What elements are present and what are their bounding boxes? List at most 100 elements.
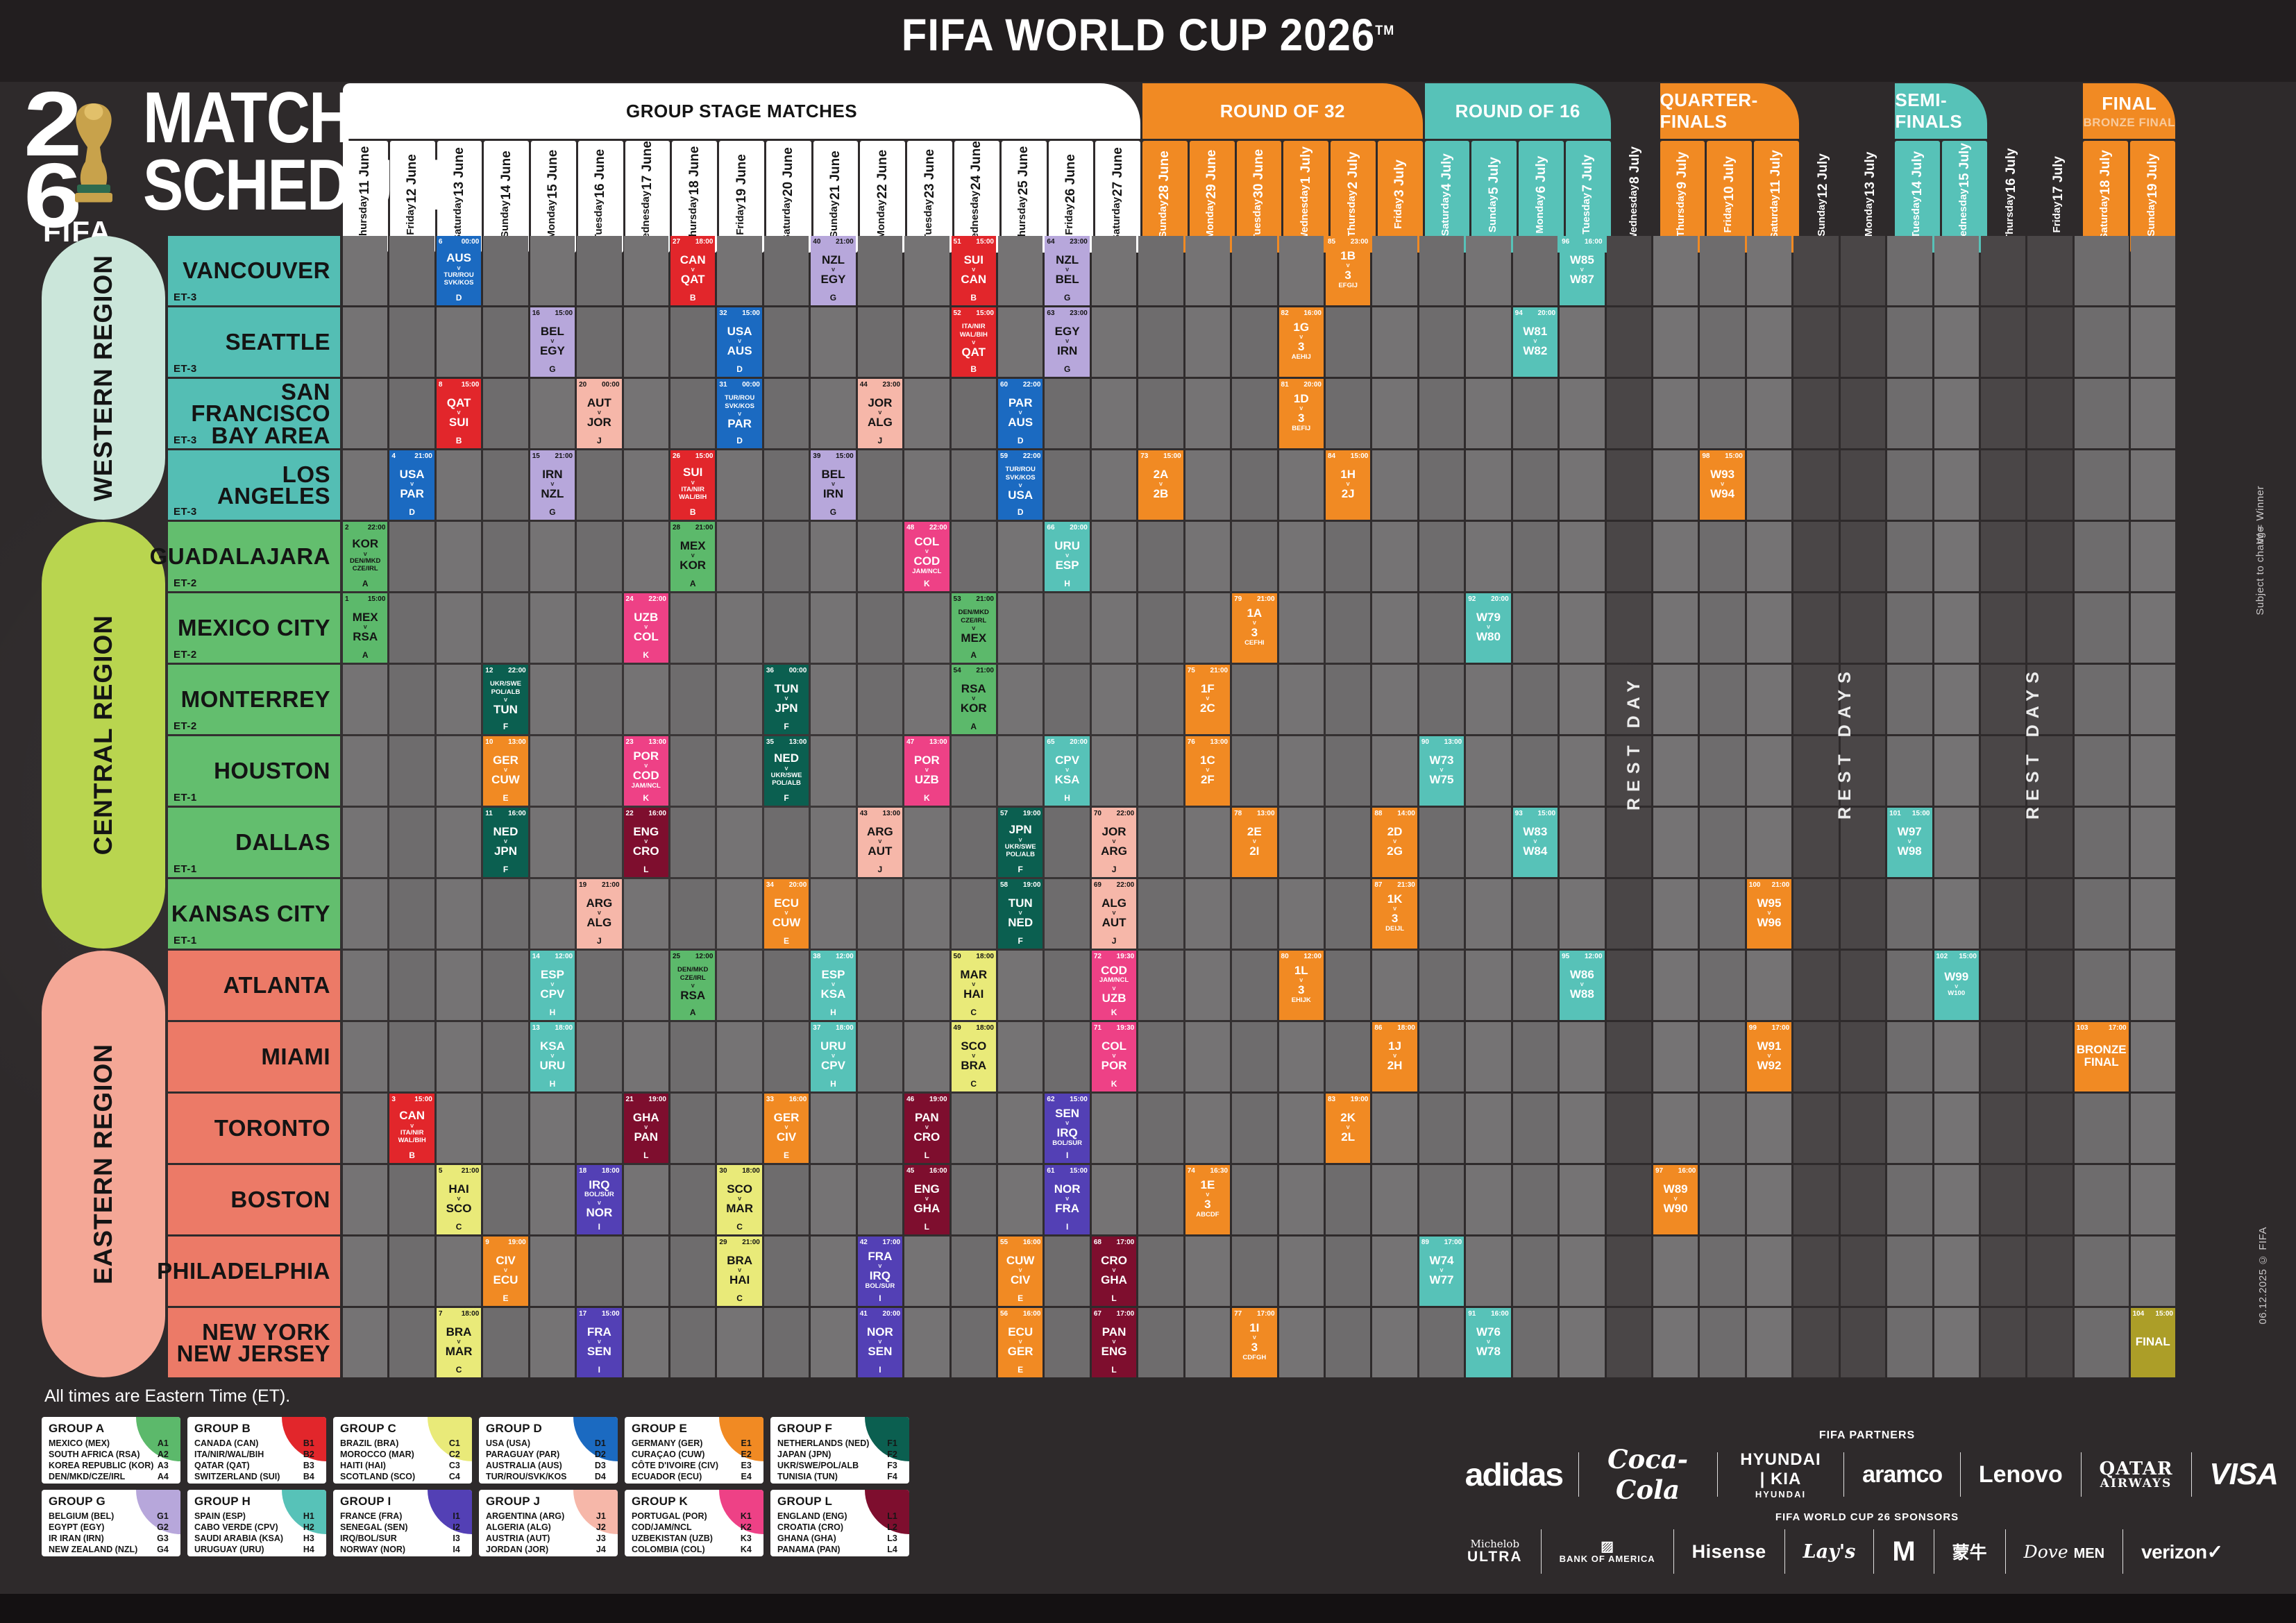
match-cell-16: 1615:00BELvEGYG: [530, 307, 575, 377]
grid-cell: [1793, 1165, 1838, 1234]
grid-cell: [1372, 1237, 1417, 1306]
grid-cell: [343, 236, 387, 305]
subject-note: Subject to change: [2254, 526, 2266, 615]
grid-cell: [1513, 1237, 1558, 1306]
region-bar-central: CENTRAL REGION: [42, 522, 165, 949]
grid-cell: [1841, 522, 1885, 591]
grid-cell: [670, 379, 715, 448]
grid-cell: [1513, 236, 1558, 305]
match-cell-46: 4619:00PANvCROL: [904, 1094, 949, 1163]
legend-team-row: MEXICO (MEX)A1: [49, 1438, 169, 1449]
grid-cell: [343, 1022, 387, 1091]
grid-cell: [1934, 1094, 1979, 1163]
grid-cell: [1981, 1022, 2025, 1091]
grid-cell: [624, 1308, 668, 1377]
grid-cell: [1326, 1237, 1370, 1306]
grid-cell: [1092, 450, 1136, 520]
grid-cell: [1185, 1308, 1230, 1377]
grid-cell: [624, 1165, 668, 1234]
match-cell-39: 3915:00BELvIRNG: [811, 450, 855, 520]
grid-cell: [624, 665, 668, 734]
grid-cell: [1841, 1022, 1885, 1091]
grid-cell: [483, 236, 527, 305]
grid-cell: [670, 1165, 715, 1234]
schedule-grid: 600:00AUSvTUR/ROUSVK/KOSD2718:00CANvQATB…: [343, 236, 2175, 1377]
legend-team-row: ITA/NIR/WAL/BIHB2: [194, 1449, 314, 1460]
match-cell-57: 5719:00JPNvUKR/SWEPOL/ALBF: [998, 808, 1043, 877]
grid-cell: [858, 736, 902, 806]
grid-cell: [1747, 1237, 1791, 1306]
grid-cell: [1793, 1237, 1838, 1306]
grid-cell: [1513, 1165, 1558, 1234]
grid-cell: [952, 1237, 996, 1306]
grid-cell: [483, 522, 527, 591]
sponsor-logo-verizon: verizon✓: [2123, 1540, 2241, 1563]
grid-cell: [577, 665, 621, 734]
legend-team-row: NETHERLANDS (NED)F1: [777, 1438, 897, 1449]
grid-cell: [389, 236, 434, 305]
grid-cell: [952, 379, 996, 448]
grid-cell: [764, 522, 809, 591]
grid-cell: [998, 593, 1043, 663]
city-label-san-francisco-bay-area: SAN FRANCISCO BAY AREAET-3: [168, 379, 340, 448]
grid-cell: [1700, 1094, 1744, 1163]
match-cell-99: 9917:00W91vW92: [1747, 1022, 1791, 1091]
match-cell-73: 7315:002Av2B: [1138, 450, 1183, 520]
grid-cell: [1607, 307, 1651, 377]
grid-cell: [858, 307, 902, 377]
match-cell-88: 8814:002Dv2G: [1372, 808, 1417, 877]
grid-cell: [1185, 522, 1230, 591]
grid-cell: [2027, 1237, 2072, 1306]
grid-cell: [2075, 951, 2129, 1020]
grid-cell: [1513, 736, 1558, 806]
grid-cell: [1419, 450, 1464, 520]
match-cell-96: 9616:00W85vW87: [1560, 236, 1604, 305]
grid-cell: [1607, 1237, 1651, 1306]
grid-cell: [811, 307, 855, 377]
grid-cell: [2075, 1165, 2129, 1234]
grid-cell: [670, 808, 715, 877]
grid-cell: [1747, 450, 1791, 520]
grid-cell: [1653, 736, 1698, 806]
grid-cell: [1700, 1237, 1744, 1306]
grid-cell: [1700, 593, 1744, 663]
grid-cell: [1513, 1308, 1558, 1377]
grid-cell: [1138, 1308, 1183, 1377]
grid-cell: [1419, 307, 1464, 377]
region-bar-eastern: EASTERN REGION: [42, 951, 165, 1377]
match-cell-4: 421:00USAvPARD: [389, 450, 434, 520]
grid-cell: [389, 522, 434, 591]
match-cell-23: 2313:00PORvCODJAM/NCLK: [624, 736, 668, 806]
grid-cell: [1138, 808, 1183, 877]
grid-cell: [1466, 808, 1510, 877]
grid-cell: [530, 236, 575, 305]
partner-logo-hyundai-kia: HYUNDAI | KIAHYUNDAI: [1717, 1450, 1843, 1499]
grid-cell: [343, 450, 387, 520]
grid-cell: [2075, 307, 2129, 377]
legend-team-row: URUGUAY (URU)H4: [194, 1544, 314, 1555]
match-cell-72: 7219:30CODJAM/NCLvUZBK: [1092, 951, 1136, 1020]
grid-cell: [624, 307, 668, 377]
grid-cell: [1232, 379, 1276, 448]
grid-cell: [1372, 736, 1417, 806]
grid-cell: [389, 1165, 434, 1234]
grid-cell: [1560, 379, 1604, 448]
match-cell-8: 815:00QATvSUIB: [437, 379, 481, 448]
match-cell-92: 9220:00W79vW80: [1466, 593, 1510, 663]
sponsor-logo-michelob-ultra: MichelobULTRA: [1449, 1539, 1541, 1564]
grid-cell: [1981, 593, 2025, 663]
grid-cell: [389, 593, 434, 663]
grid-cell: [1700, 1022, 1744, 1091]
grid-cell: [717, 951, 761, 1020]
grid-cell: [577, 736, 621, 806]
grid-cell: [624, 236, 668, 305]
partner-logo-aramco: aramco: [1844, 1461, 1960, 1488]
grid-cell: [1934, 665, 1979, 734]
grid-cell: [1747, 665, 1791, 734]
grid-cell: [811, 522, 855, 591]
legend-team-row: SCOTLAND (SCO)C4: [340, 1471, 460, 1482]
grid-cell: [1419, 522, 1464, 591]
legend-team-row: NEW ZEALAND (NZL)G4: [49, 1544, 169, 1555]
grid-cell: [717, 450, 761, 520]
grid-cell: [1232, 307, 1276, 377]
